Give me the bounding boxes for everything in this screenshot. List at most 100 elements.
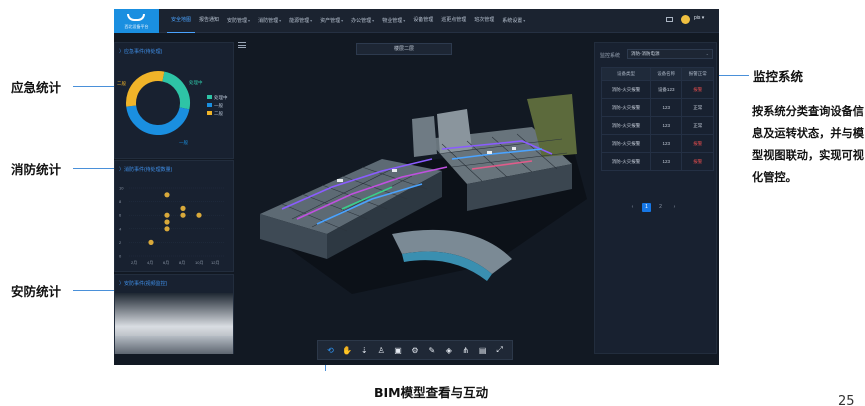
floor-select[interactable]: 楼层二层 bbox=[356, 43, 452, 55]
scatter-point-6[interactable] bbox=[180, 212, 186, 218]
callout-fire: 消防统计 bbox=[11, 162, 62, 177]
bim-model-view[interactable] bbox=[242, 59, 592, 339]
nav-item-9[interactable]: 巡更点管理 bbox=[437, 9, 470, 33]
y-tick-label: 0 bbox=[119, 254, 122, 259]
donut-pointer-label-2: 一般 bbox=[179, 139, 188, 146]
person-icon[interactable]: ♙ bbox=[376, 345, 387, 356]
chevron-down-icon: ▾ bbox=[310, 18, 313, 23]
app-logo[interactable]: 西北设备平台 bbox=[114, 9, 159, 33]
scatter-point-7[interactable] bbox=[196, 212, 202, 218]
fullscreen-icon[interactable]: ⤢ bbox=[494, 345, 505, 356]
security-video-feed[interactable] bbox=[115, 293, 233, 354]
table-row[interactable]: 消防-火灾报警 123 正常 bbox=[601, 98, 714, 117]
callout-line-security bbox=[73, 290, 114, 291]
system-select[interactable]: 消防-消防电源 ⌄ bbox=[627, 49, 713, 59]
x-tick-label: 10月 bbox=[195, 260, 203, 265]
table-row[interactable]: 消防-火灾报警 123 报警 bbox=[601, 152, 714, 171]
y-tick-label: 4 bbox=[119, 226, 122, 231]
tree-icon[interactable]: ⋔ bbox=[460, 345, 471, 356]
table-cell-type: 消防-火灾报警 bbox=[601, 116, 651, 135]
table-row[interactable]: 消防-火灾报警 123 正常 bbox=[601, 116, 714, 135]
table-row[interactable]: 消防-火灾报警 设备123 报警 bbox=[601, 80, 714, 99]
measure-icon[interactable]: ✎ bbox=[426, 345, 437, 356]
donut-pointer-label-1: 处理中 bbox=[189, 79, 203, 86]
logo-arc-icon bbox=[127, 14, 145, 21]
page-button-1[interactable]: 1 bbox=[642, 203, 651, 212]
slide: 应急统计 消防统计 安防统计 监控系统 按系统分类查询设备信息及运转状态，并与模… bbox=[0, 0, 865, 406]
nav-item-1[interactable]: 报告通知 bbox=[195, 9, 223, 33]
table-cell-type: 消防-火灾报警 bbox=[601, 134, 651, 153]
chevron-down-icon: ▾ bbox=[403, 18, 406, 23]
legend-label-0: 处理中 bbox=[214, 94, 228, 101]
donut-slice-1[interactable] bbox=[126, 105, 190, 135]
scatter-point-5[interactable] bbox=[180, 205, 186, 211]
scatter-point-1[interactable] bbox=[164, 192, 170, 198]
nav-item-11[interactable]: 系统设置▾ bbox=[498, 9, 529, 33]
security-panel: 〉安防事件(视频监控) bbox=[114, 274, 234, 354]
hamburger-menu-icon[interactable] bbox=[238, 42, 246, 48]
camera-icon[interactable]: ▣ bbox=[393, 345, 404, 356]
monitor-table: 设备类型 设备名称 报警正常 消防-火灾报警 设备123 报警 消防-火灾报警 123 正常消… bbox=[601, 67, 714, 171]
page-button-3[interactable]: › bbox=[670, 203, 679, 212]
nav-item-3[interactable]: 消防管理▾ bbox=[254, 9, 285, 33]
table-header-cell: 报警正常 bbox=[681, 67, 714, 81]
move-down-icon[interactable]: ⇣ bbox=[359, 345, 370, 356]
legend-swatch-2 bbox=[207, 111, 212, 115]
nav-item-4[interactable]: 能源管理▾ bbox=[285, 9, 316, 33]
nav-item-5[interactable]: 资产管理▾ bbox=[316, 9, 347, 33]
nav-item-0[interactable]: 安全地图 bbox=[167, 9, 196, 33]
callout-line-fire bbox=[73, 168, 114, 169]
emergency-donut-chart: 处理中一般二般二般 处理中一般 bbox=[117, 71, 228, 146]
y-tick-label: 6 bbox=[119, 213, 122, 218]
monitor-system-label: 监控系统 bbox=[600, 53, 621, 59]
callout-security: 安防统计 bbox=[11, 284, 62, 299]
security-panel-title: 〉安防事件(视频监控) bbox=[119, 281, 168, 287]
table-row[interactable]: 消防-火灾报警 123 报警 bbox=[601, 134, 714, 153]
page-number: 25 bbox=[838, 394, 855, 406]
scatter-point-0[interactable] bbox=[148, 239, 154, 245]
callout-bim: BIM模型查看与互动 bbox=[374, 385, 489, 400]
user-menu[interactable]: pis ▾ bbox=[694, 15, 704, 21]
donut-slice-2[interactable] bbox=[126, 71, 165, 107]
rotate-icon[interactable]: ⟲ bbox=[325, 345, 336, 356]
nav-item-label: 安防管理 bbox=[227, 18, 248, 24]
avatar[interactable] bbox=[681, 15, 690, 24]
table-cell-name: 123 bbox=[649, 116, 683, 135]
main-nav: 安全地图 报告通知 安防管理▾ 消防管理▾ 能源管理▾ 资产管理▾ 办公管理▾ 物业管理▾ 设备… bbox=[167, 9, 529, 33]
fire-panel: 〉消防事件(待处理数量) 10 8 6 4 2 0 2月 4月 6月 8月 10月 12月 bbox=[114, 160, 234, 272]
scatter-point-2[interactable] bbox=[164, 212, 170, 218]
donut-slice-0[interactable] bbox=[162, 71, 190, 110]
model-tower-block-2 bbox=[412, 116, 437, 157]
nav-item-label: 消防管理 bbox=[258, 18, 279, 24]
mail-icon[interactable] bbox=[666, 17, 673, 22]
chevron-down-icon: ▾ bbox=[341, 18, 344, 23]
fire-panel-title: 〉消防事件(待处理数量) bbox=[119, 167, 173, 173]
hand-icon[interactable]: ✋ bbox=[342, 345, 353, 356]
nav-item-label: 安全地图 bbox=[171, 17, 192, 23]
chevron-down-icon: ▾ bbox=[279, 18, 282, 23]
nav-item-7[interactable]: 物业管理▾ bbox=[378, 9, 409, 33]
table-cell-status: 报警 bbox=[681, 134, 714, 153]
emergency-panel-title: 〉应急事件(待处理) bbox=[119, 49, 163, 55]
nav-item-label: 系统设置 bbox=[502, 18, 523, 24]
page-button-0[interactable]: ‹ bbox=[628, 203, 637, 212]
scatter-point-4[interactable] bbox=[164, 226, 170, 232]
layers-icon[interactable]: ▤ bbox=[477, 345, 488, 356]
nav-item-2[interactable]: 安防管理▾ bbox=[223, 9, 254, 33]
page-button-2[interactable]: 2 bbox=[656, 203, 665, 212]
nav-item-label: 能源管理 bbox=[289, 18, 310, 24]
nav-item-6[interactable]: 办公管理▾ bbox=[347, 9, 378, 33]
scatter-point-3[interactable] bbox=[164, 219, 170, 225]
nav-item-label: 报告通知 bbox=[199, 17, 220, 23]
nav-item-label: 办公管理 bbox=[351, 18, 372, 24]
callout-monitor-desc: 按系统分类查询设备信息及运转状态，并与模型视图联动，实现可视化管控。 bbox=[752, 105, 864, 184]
settings-icon[interactable]: ⚙ bbox=[409, 345, 420, 356]
box-icon[interactable]: ◈ bbox=[443, 345, 454, 356]
table-cell-type: 消防-火灾报警 bbox=[601, 98, 651, 117]
legend-swatch-0 bbox=[207, 95, 212, 99]
nav-item-10[interactable]: 班次管理 bbox=[470, 9, 498, 33]
table-cell-name: 123 bbox=[649, 134, 683, 153]
table-cell-status: 报警 bbox=[681, 152, 714, 171]
nav-item-8[interactable]: 设备管理 bbox=[409, 9, 437, 33]
legend-swatch-1 bbox=[207, 103, 212, 107]
